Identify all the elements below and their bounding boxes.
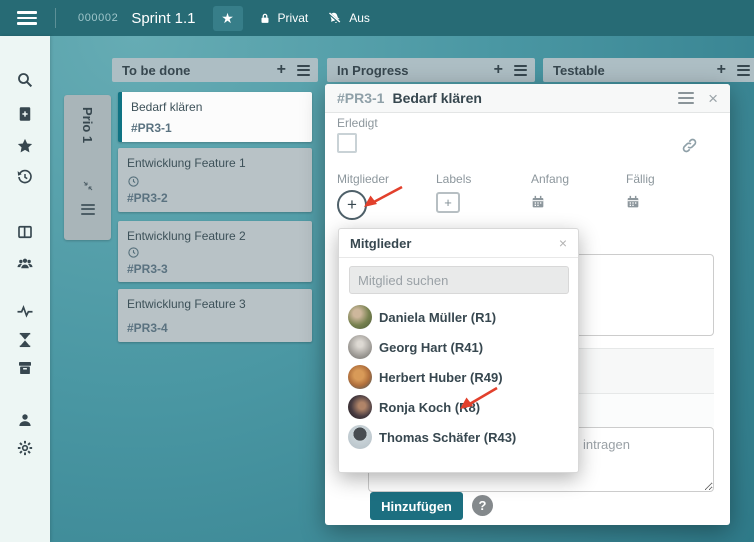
card-ref: #PR3-3	[127, 262, 168, 276]
privacy-toggle[interactable]: Privat	[258, 11, 309, 26]
add-card-icon[interactable]: +	[494, 62, 503, 78]
member-search-input[interactable]	[349, 266, 569, 294]
archive-icon[interactable]	[16, 359, 34, 377]
member-row[interactable]: Ronja Koch (R8)	[348, 395, 573, 419]
column-title: In Progress	[337, 62, 409, 78]
avatar	[348, 335, 372, 359]
plus-icon: +	[444, 195, 452, 210]
swimlane-prio-1[interactable]: Prio 1	[64, 95, 111, 240]
hourglass-icon[interactable]	[16, 331, 34, 349]
modal-header: #PR3-1 Bedarf klären ×	[325, 84, 730, 113]
privacy-label: Privat	[277, 11, 309, 25]
hamburger-menu-icon[interactable]	[17, 11, 37, 25]
top-bar: 000002 Sprint 1.1 ★ Privat Aus	[0, 0, 754, 36]
labels-label: Labels	[436, 172, 472, 186]
avatar	[348, 425, 372, 449]
member-row[interactable]: Herbert Huber (R49)	[348, 365, 573, 389]
card-ref: #PR3-4	[127, 321, 168, 335]
card-pr3-1[interactable]: Bedarf klären #PR3-1	[118, 92, 312, 142]
board-icon[interactable]	[16, 223, 34, 241]
column-title: Testable	[553, 62, 605, 78]
bell-off-icon	[326, 10, 343, 26]
member-row[interactable]: Thomas Schäfer (R43)	[348, 425, 573, 449]
modal-card-ref: #PR3-1	[337, 90, 385, 106]
member-name: Herbert Huber (R49)	[379, 369, 503, 385]
avatar	[348, 395, 372, 419]
member-list: Daniela Müller (R1) Georg Hart (R41) Her…	[348, 305, 573, 455]
start-calendar-icon[interactable]	[530, 194, 546, 215]
team-icon[interactable]	[16, 254, 34, 272]
card-ref: #PR3-2	[127, 191, 168, 205]
lock-icon	[258, 11, 272, 26]
gear-icon[interactable]	[16, 439, 34, 457]
member-name: Daniela Müller (R1)	[379, 309, 497, 325]
column-header-to-be-done[interactable]: To be done +	[112, 58, 318, 82]
column-title: To be done	[122, 62, 191, 78]
modal-menu-icon[interactable]	[678, 89, 695, 107]
avatar	[348, 305, 372, 329]
history-icon[interactable]	[16, 168, 34, 186]
add-document-icon[interactable]	[16, 105, 34, 123]
column-menu-icon[interactable]	[737, 62, 750, 78]
activity-icon[interactable]	[16, 302, 34, 320]
card-title: Entwicklung Feature 3	[127, 297, 246, 311]
popover-title: Mitglieder	[350, 235, 412, 251]
avatar	[348, 365, 372, 389]
card-title: Entwicklung Feature 1	[127, 156, 246, 170]
due-date-label: Fällig	[626, 172, 655, 186]
card-title: Bedarf klären	[131, 100, 203, 114]
topbar-divider	[55, 8, 56, 28]
sidebar	[0, 36, 50, 542]
close-icon[interactable]: ×	[708, 90, 718, 107]
card-pr3-3[interactable]: Entwicklung Feature 2 #PR3-3	[118, 221, 312, 282]
notifications-label: Aus	[349, 11, 370, 25]
column-header-in-progress[interactable]: In Progress +	[327, 58, 535, 82]
member-row[interactable]: Daniela Müller (R1)	[348, 305, 573, 329]
due-calendar-icon[interactable]	[625, 194, 641, 215]
card-pr3-4[interactable]: Entwicklung Feature 3 #PR3-4	[118, 289, 312, 342]
add-label-button[interactable]: +	[436, 192, 460, 213]
card-pr3-2[interactable]: Entwicklung Feature 1 #PR3-2	[118, 148, 312, 212]
add-card-icon[interactable]: +	[277, 62, 286, 78]
link-icon[interactable]	[680, 136, 699, 160]
close-icon[interactable]: ×	[559, 236, 567, 250]
member-name: Georg Hart (R41)	[379, 339, 484, 355]
member-name: Thomas Schäfer (R43)	[379, 429, 517, 445]
plus-icon: +	[347, 195, 357, 214]
card-ref: #PR3-1	[131, 121, 172, 135]
notifications-toggle[interactable]: Aus	[326, 10, 370, 26]
help-icon[interactable]: ?	[472, 495, 493, 516]
column-menu-icon[interactable]	[297, 62, 310, 78]
kanban-app: 000002 Sprint 1.1 ★ Privat Aus To be don…	[0, 0, 754, 542]
card-title: Entwicklung Feature 2	[127, 229, 246, 243]
column-header-testable[interactable]: Testable +	[543, 58, 754, 82]
column-menu-icon[interactable]	[514, 62, 527, 78]
board-id: 000002	[78, 12, 119, 24]
add-member-button[interactable]: +	[337, 190, 367, 220]
search-icon[interactable]	[16, 71, 34, 89]
member-name: Ronja Koch (R8)	[379, 399, 481, 415]
done-label: Erledigt	[337, 116, 378, 130]
done-checkbox[interactable]	[337, 133, 357, 153]
star-icon: ★	[221, 9, 234, 26]
board-title: Sprint 1.1	[131, 9, 196, 27]
swimlane-label: Prio 1	[80, 107, 95, 144]
member-popover: Mitglieder × Daniela Müller (R1) Georg H…	[338, 228, 579, 473]
add-button[interactable]: Hinzufügen	[370, 492, 463, 520]
popover-header: Mitglieder ×	[339, 229, 578, 258]
favorite-button[interactable]: ★	[212, 5, 243, 31]
members-label: Mitglieder	[337, 172, 390, 186]
member-row[interactable]: Georg Hart (R41)	[348, 335, 573, 359]
modal-card-title: Bedarf klären	[392, 90, 482, 106]
swimlane-menu-icon[interactable]	[80, 201, 95, 217]
favorites-star-icon[interactable]	[16, 137, 34, 155]
add-card-icon[interactable]: +	[717, 62, 726, 78]
collapse-icon[interactable]	[82, 179, 94, 197]
user-icon[interactable]	[16, 411, 34, 429]
start-date-label: Anfang	[531, 172, 570, 186]
